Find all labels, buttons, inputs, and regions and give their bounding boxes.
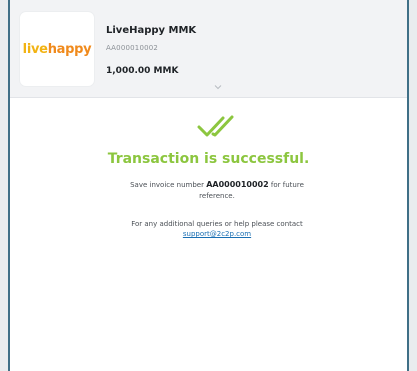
payment-amount: 1,000.00 MMK (106, 66, 179, 76)
success-title: Transaction is successful. (107, 151, 310, 167)
invoice-number: AA000010002 (206, 180, 269, 189)
merchant-invoice-number: AA000010002 (106, 44, 159, 52)
double-check-icon (197, 115, 234, 137)
payment-result-panel: livehappy LiveHappy MMK AA000010002 1,00… (8, 0, 409, 371)
logo-wordmark: livehappy (22, 41, 92, 57)
merchant-logo: livehappy (20, 12, 94, 86)
merchant-name: LiveHappy MMK (106, 25, 197, 36)
chevron-down-icon[interactable] (214, 84, 222, 90)
merchant-summary: livehappy LiveHappy MMK AA000010002 1,00… (10, 0, 407, 98)
support-email-link[interactable]: support@2c2p.com (183, 230, 251, 238)
help-text: For any additional queries or help pleas… (131, 220, 303, 238)
save-invoice-text: Save invoice number AA000010002 for futu… (130, 180, 304, 200)
